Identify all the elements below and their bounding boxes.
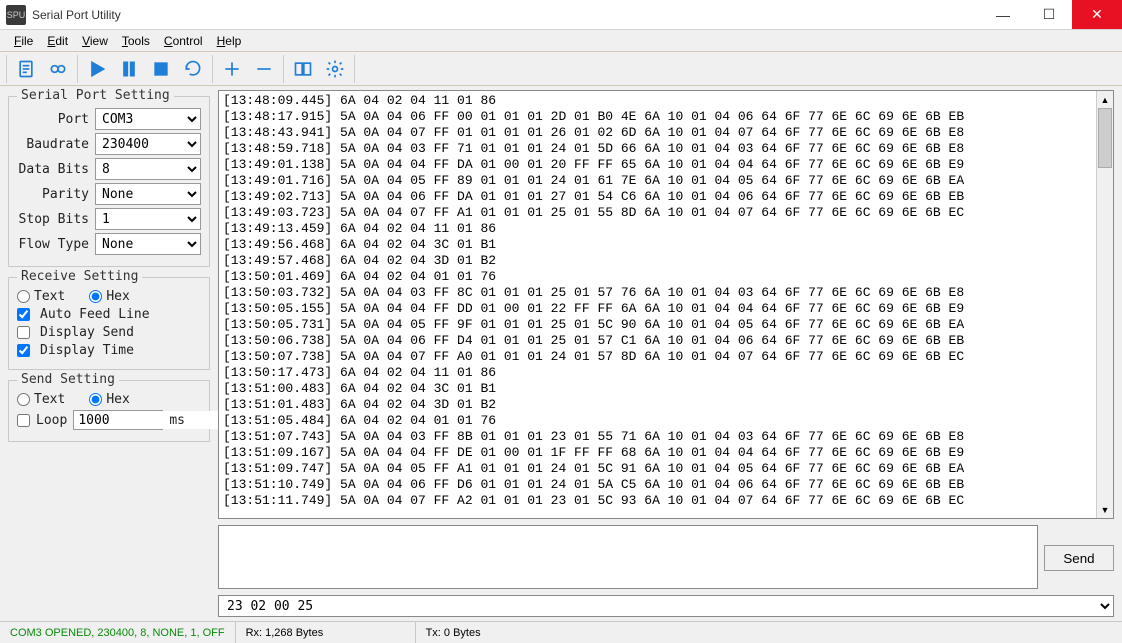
maximize-button[interactable]: ☐ xyxy=(1026,0,1072,29)
menu-tools[interactable]: Tools xyxy=(116,33,156,49)
databits-label: Data Bits xyxy=(17,162,95,177)
recv-hex-radio[interactable] xyxy=(89,290,102,303)
port-label: Port xyxy=(17,112,95,127)
status-port: COM3 OPENED, 230400, 8, NONE, 1, OFF xyxy=(0,622,236,643)
receive-area: [13:48:09.445] 6A 04 02 04 11 01 86 [13:… xyxy=(218,90,1114,519)
toolbar xyxy=(0,52,1122,86)
send-text-radio[interactable] xyxy=(17,393,30,406)
stopbits-select[interactable]: 1 xyxy=(95,208,201,230)
serial-port-setting-group: Serial Port Setting Port COM3 Baudrate 2… xyxy=(8,96,210,267)
app-window: SPU Serial Port Utility — ☐ ✕ File Edit … xyxy=(0,0,1122,643)
display-time-checkbox[interactable] xyxy=(17,344,30,357)
recv-text-radio[interactable] xyxy=(17,290,30,303)
sidebar: Serial Port Setting Port COM3 Baudrate 2… xyxy=(0,86,218,621)
command-history-select[interactable]: 23 02 00 25 xyxy=(218,595,1114,617)
menu-help[interactable]: Help xyxy=(211,33,248,49)
menu-control[interactable]: Control xyxy=(158,33,209,49)
receive-text[interactable]: [13:48:09.445] 6A 04 02 04 11 01 86 [13:… xyxy=(219,91,1096,518)
status-tx: Tx: 0 Bytes xyxy=(416,622,1122,643)
toolbar-window-icon[interactable] xyxy=(288,55,318,83)
toolbar-record-icon[interactable] xyxy=(43,55,73,83)
parity-select[interactable]: None xyxy=(95,183,201,205)
menu-file[interactable]: File xyxy=(8,33,39,49)
status-rx: Rx: 1,268 Bytes xyxy=(236,622,416,643)
scroll-down-icon[interactable]: ▼ xyxy=(1097,501,1113,518)
auto-feed-line-checkbox[interactable] xyxy=(17,308,30,321)
toolbar-stop-icon[interactable] xyxy=(146,55,176,83)
app-icon: SPU xyxy=(6,5,26,25)
toolbar-new-icon[interactable] xyxy=(11,55,41,83)
baudrate-label: Baudrate xyxy=(17,137,95,152)
statusbar: COM3 OPENED, 230400, 8, NONE, 1, OFF Rx:… xyxy=(0,621,1122,643)
toolbar-pause-icon[interactable] xyxy=(114,55,144,83)
menu-view[interactable]: View xyxy=(76,33,114,49)
menu-edit[interactable]: Edit xyxy=(41,33,74,49)
parity-label: Parity xyxy=(17,187,95,202)
flowtype-label: Flow Type xyxy=(17,237,95,252)
send-setting-group: Send Setting Text Hex Loop ▲ ▼ ms xyxy=(8,380,210,442)
toolbar-add-icon[interactable] xyxy=(217,55,247,83)
scroll-up-icon[interactable]: ▲ xyxy=(1097,91,1113,108)
flowtype-select[interactable]: None xyxy=(95,233,201,255)
loop-checkbox[interactable] xyxy=(17,414,30,427)
databits-select[interactable]: 8 xyxy=(95,158,201,180)
send-textarea[interactable] xyxy=(218,525,1038,589)
scrollbar[interactable]: ▲ ▼ xyxy=(1096,91,1113,518)
minimize-button[interactable]: — xyxy=(980,0,1026,29)
toolbar-play-icon[interactable] xyxy=(82,55,112,83)
send-hex-radio[interactable] xyxy=(89,393,102,406)
menubar: File Edit View Tools Control Help xyxy=(0,30,1122,52)
receive-setting-group: Receive Setting Text Hex Auto Feed Line … xyxy=(8,277,210,370)
port-select[interactable]: COM3 xyxy=(95,108,201,130)
toolbar-remove-icon[interactable] xyxy=(249,55,279,83)
scroll-thumb[interactable] xyxy=(1098,108,1112,168)
loop-value-input[interactable] xyxy=(74,411,218,429)
window-title: Serial Port Utility xyxy=(32,8,121,22)
close-button[interactable]: ✕ xyxy=(1072,0,1122,29)
toolbar-settings-icon[interactable] xyxy=(320,55,350,83)
toolbar-refresh-icon[interactable] xyxy=(178,55,208,83)
send-button[interactable]: Send xyxy=(1044,545,1114,571)
display-send-checkbox[interactable] xyxy=(17,326,30,339)
baudrate-select[interactable]: 230400 xyxy=(95,133,201,155)
titlebar: SPU Serial Port Utility — ☐ ✕ xyxy=(0,0,1122,30)
stopbits-label: Stop Bits xyxy=(17,212,95,227)
